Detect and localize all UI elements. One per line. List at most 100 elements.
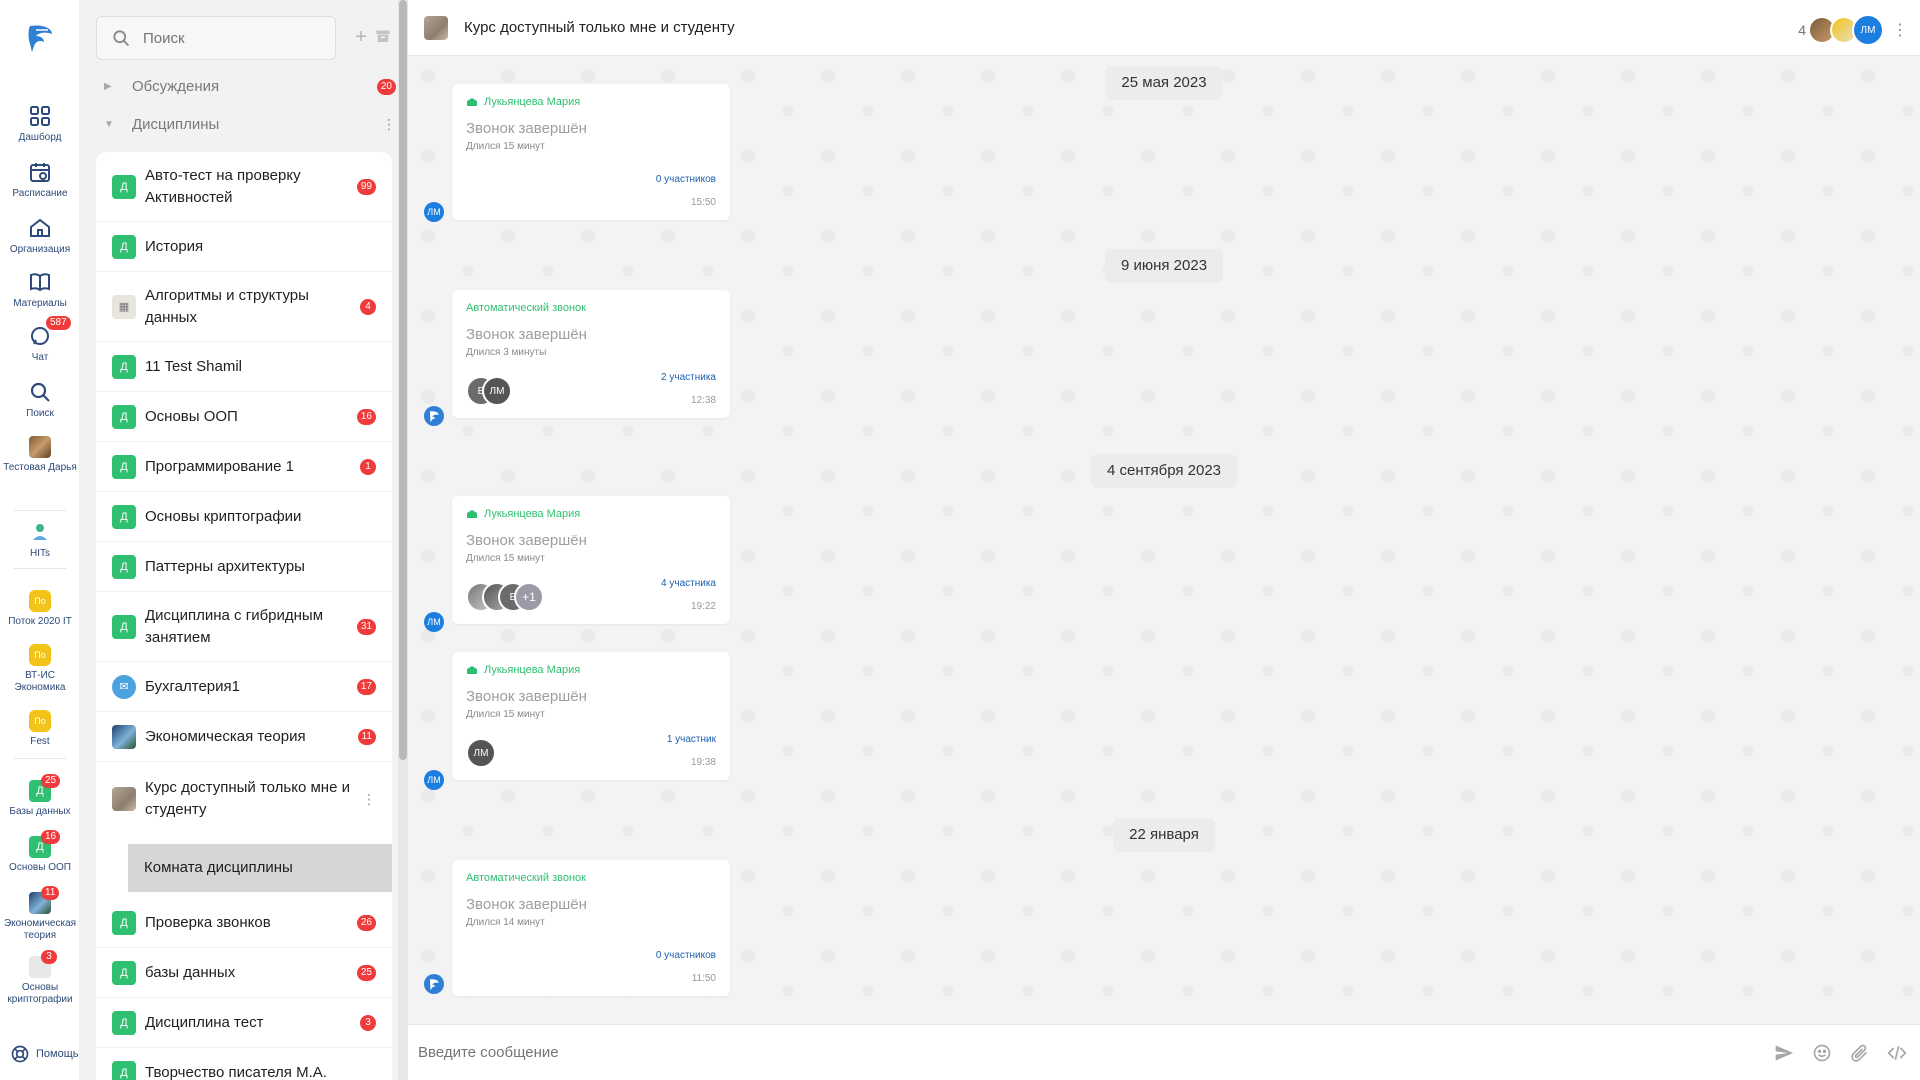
rail-search[interactable]: Поиск <box>0 380 80 420</box>
rail-course-db[interactable]: Д 25 Базы данных <box>0 774 80 818</box>
rail-workspace-hits-label: HITs <box>30 548 50 559</box>
call-status: Звонок завершён <box>466 120 587 137</box>
call-status: Звонок завершён <box>466 896 587 913</box>
add-icon[interactable]: + <box>352 27 370 47</box>
message-time: 19:38 <box>690 757 716 768</box>
call-message[interactable]: Лукьянцева Мария Звонок завершён Длился … <box>452 496 730 624</box>
list-item[interactable]: Экономическая теория 11 <box>96 712 392 762</box>
chat-header: Курс доступный только мне и студенту 4 Л… <box>408 0 1920 56</box>
list-item-active[interactable]: Курс доступный только мне и студенту ⋮ <box>96 762 392 836</box>
call-participants[interactable]: 2 участника <box>661 372 716 383</box>
list-item[interactable]: Д Паттерны архитектуры <box>96 542 392 592</box>
members-widget[interactable]: 4 ЛМ ⋮ <box>1798 14 1908 46</box>
emoji-icon[interactable] <box>1812 1043 1832 1063</box>
sender-avatar[interactable]: ЛМ <box>424 612 444 632</box>
rail-course-oop[interactable]: Д 16 Основы ООП <box>0 830 80 874</box>
rail-course-label: Основы криптографии <box>7 982 73 1005</box>
list-item[interactable]: Д Проверка звонков 26 <box>96 898 392 948</box>
call-message[interactable]: Лукьянцева Мария Звонок завершён Длился … <box>452 84 730 220</box>
call-participants[interactable]: 0 участников <box>466 950 716 961</box>
course-badge: 16 <box>41 830 61 844</box>
call-status: Звонок завершён <box>466 688 587 705</box>
participant-avatars[interactable]: Е ЛМ <box>466 376 512 406</box>
call-message[interactable]: Автоматический звонок Звонок завершён Дл… <box>452 290 730 418</box>
panel-scrollbar[interactable] <box>398 0 408 1080</box>
scrollbar-thumb[interactable] <box>399 0 407 760</box>
list-item-avatar <box>112 724 136 749</box>
dashboard-icon <box>28 104 52 128</box>
message-list[interactable]: 25 мая 2023 Лукьянцева Мария Звонок заве… <box>408 56 1920 1024</box>
item-menu-icon[interactable]: ⋮ <box>362 791 376 808</box>
bot-avatar[interactable] <box>424 406 444 426</box>
list-item[interactable]: Д базы данных 25 <box>96 948 392 998</box>
unread-badge: 4 <box>360 298 376 315</box>
rail-course-econ[interactable]: 11 Экономическая теория <box>0 886 80 942</box>
list-item[interactable]: Д Основы ООП 16 <box>96 392 392 442</box>
rail-workspace-test[interactable]: Тестовая Дарья <box>0 436 80 474</box>
group-discussions-label: Обсуждения <box>132 78 220 95</box>
rail-stream-fest[interactable]: По Fest <box>0 710 80 748</box>
call-message[interactable]: Автоматический звонок Звонок завершён Дл… <box>452 860 730 996</box>
rail-workspace-hits[interactable]: HITs <box>0 520 80 560</box>
list-item[interactable]: ▦ Алгоритмы и структуры данных 4 <box>96 272 392 342</box>
call-sender: Лукьянцева Мария <box>466 664 716 676</box>
rail-workspace-test-label: Тестовая Дарья <box>3 462 77 473</box>
chat-icon: 587 <box>28 316 71 348</box>
rail-dashboard[interactable]: Дашборд <box>0 104 80 144</box>
rail-stream-2020[interactable]: По Поток 2020 IT <box>0 590 80 628</box>
search-box[interactable] <box>96 16 336 60</box>
rail-course-crypto[interactable]: 3 Основы криптографии <box>0 950 80 1006</box>
list-item[interactable]: ✉ Бухгалтерия1 17 <box>96 662 392 712</box>
group-discussions[interactable]: ▶ Обсуждения 20 <box>104 78 396 95</box>
logo-icon <box>429 979 439 990</box>
stream-avatar: По <box>29 644 51 666</box>
list-item-avatar: Д <box>112 1010 136 1035</box>
code-icon[interactable] <box>1886 1043 1907 1063</box>
rail-materials[interactable]: Материалы <box>0 270 80 310</box>
call-participants[interactable]: 4 участника <box>661 578 716 589</box>
rail-course-label: Базы данных <box>9 806 71 817</box>
search-input[interactable] <box>143 29 303 47</box>
send-icon[interactable] <box>1774 1043 1794 1063</box>
call-message[interactable]: Лукьянцева Мария Звонок завершён Длился … <box>452 652 730 780</box>
list-item[interactable]: Д Авто-тест на проверку Активностей 99 <box>96 152 392 222</box>
help-button[interactable]: Помощь <box>10 1044 79 1064</box>
more-options-icon[interactable]: ⋮ <box>1892 20 1908 40</box>
call-duration: Длился 15 минут <box>466 553 545 564</box>
app-rail: Дашборд Расписание Организация Материалы… <box>0 0 80 1080</box>
participant-avatars[interactable]: Е +1 <box>466 582 544 612</box>
list-item[interactable]: Д Творчество писателя М.А. <box>96 1048 392 1080</box>
list-item[interactable]: Д Основы криптографии <box>96 492 392 542</box>
list-item-avatar: Д <box>112 174 136 199</box>
group-disciplines[interactable]: ▼ Дисциплины ⋮ <box>104 116 396 133</box>
list-item[interactable]: Д История <box>96 222 392 272</box>
list-item[interactable]: Д Дисциплина с гибридным занятием 31 <box>96 592 392 662</box>
sender-avatar[interactable]: ЛМ <box>424 770 444 790</box>
sender-avatar[interactable]: ЛМ <box>424 202 444 222</box>
sub-room-discipline[interactable]: Комната дисциплины <box>128 844 392 892</box>
group-menu-icon[interactable]: ⋮ <box>382 116 396 133</box>
rail-schedule[interactable]: Расписание <box>0 160 80 200</box>
call-participants[interactable]: 0 участников <box>466 174 716 185</box>
message-input[interactable] <box>418 1044 1718 1061</box>
bot-avatar[interactable] <box>424 974 444 994</box>
list-item-avatar: Д <box>112 910 136 935</box>
app-logo[interactable] <box>22 20 58 56</box>
message-time: 12:38 <box>690 395 716 406</box>
rail-organization[interactable]: Организация <box>0 216 80 256</box>
list-item-name: 11 Test Shamil <box>145 357 242 375</box>
message-composer <box>408 1024 1920 1080</box>
attachment-icon[interactable] <box>1850 1043 1870 1063</box>
list-item[interactable]: Д 11 Test Shamil <box>96 342 392 392</box>
list-item[interactable]: Д Дисциплина тест 3 <box>96 998 392 1048</box>
building-icon <box>467 98 477 106</box>
rail-stream-vtis[interactable]: По ВТ-ИС Экономика <box>0 644 80 694</box>
list-item-avatar: Д <box>112 960 136 985</box>
archive-icon[interactable] <box>374 28 392 46</box>
participant-avatar: ЛМ <box>482 376 512 406</box>
call-participants[interactable]: 1 участник <box>667 734 716 745</box>
list-item[interactable]: Д Программирование 1 1 <box>96 442 392 492</box>
call-status: Звонок завершён <box>466 532 587 549</box>
rail-chat[interactable]: 587 Чат <box>0 316 80 364</box>
participant-avatars[interactable]: ЛМ <box>466 738 496 768</box>
